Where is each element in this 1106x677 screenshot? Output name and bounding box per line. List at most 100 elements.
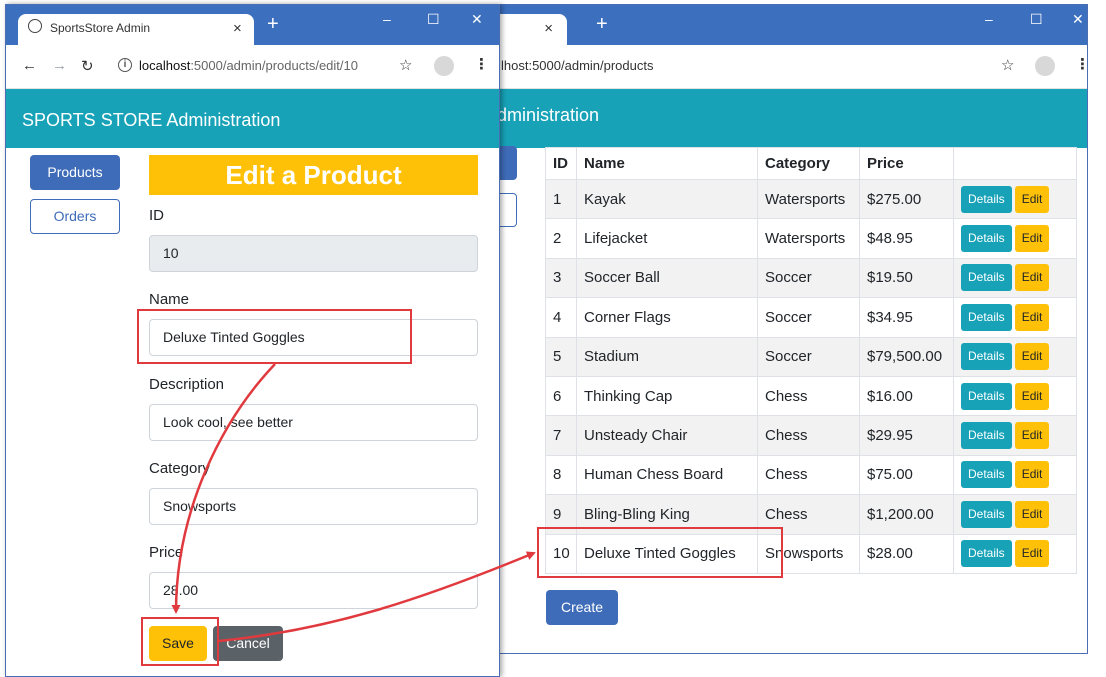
back-app-title: dministration: [497, 105, 600, 125]
cell-name: Unsteady Chair: [576, 415, 758, 456]
front-minimize-icon[interactable]: –: [383, 11, 391, 27]
edit-button[interactable]: Edit: [1014, 343, 1050, 371]
cell-price: $48.95: [859, 218, 954, 259]
edit-button[interactable]: Edit: [1014, 500, 1050, 528]
cell-actions: Details Edit: [953, 533, 1077, 574]
details-button[interactable]: Details: [961, 461, 1012, 489]
price-field[interactable]: 28.00: [149, 572, 478, 609]
name-field[interactable]: Deluxe Tinted Goggles: [149, 319, 478, 356]
info-icon[interactable]: i: [118, 58, 132, 72]
star-icon[interactable]: ☆: [399, 56, 412, 74]
cell-id: 4: [545, 297, 577, 338]
details-button[interactable]: Details: [961, 343, 1012, 371]
back-address-bar[interactable]: lhost:5000/admin/products: [501, 58, 653, 73]
forward-icon[interactable]: →: [52, 57, 67, 74]
back-orders-nav-button[interactable]: [497, 193, 517, 227]
reload-icon[interactable]: ↻: [81, 57, 94, 75]
profile-icon[interactable]: [1035, 56, 1055, 76]
edit-button[interactable]: Edit: [1014, 382, 1050, 410]
profile-icon[interactable]: [434, 56, 454, 76]
cell-id: 7: [545, 415, 577, 456]
cell-price: $34.95: [859, 297, 954, 338]
category-field[interactable]: Snowsports: [149, 488, 478, 525]
front-tab-close-icon[interactable]: ×: [233, 20, 242, 37]
url-path: :5000/admin/products/edit/10: [190, 58, 358, 73]
cell-id: 6: [545, 375, 577, 417]
cell-price: $19.50: [859, 257, 954, 299]
details-button[interactable]: Details: [961, 264, 1012, 292]
back-minimize-icon[interactable]: –: [985, 11, 993, 27]
front-browser-tab[interactable]: SportsStore Admin ×: [18, 14, 254, 45]
edit-button[interactable]: Edit: [1014, 540, 1050, 568]
edit-button[interactable]: Edit: [1014, 225, 1050, 253]
description-label: Description: [149, 376, 225, 393]
id-label: ID: [149, 207, 164, 224]
cell-actions: Details Edit: [953, 336, 1077, 377]
details-button[interactable]: Details: [961, 225, 1012, 253]
cell-category: Chess: [757, 375, 860, 417]
cancel-button[interactable]: Cancel: [213, 626, 283, 661]
cell-category: Chess: [757, 454, 860, 496]
cell-price: $16.00: [859, 375, 954, 417]
cell-category: Chess: [757, 494, 860, 535]
details-button[interactable]: Details: [961, 500, 1012, 528]
edit-button[interactable]: Edit: [1014, 461, 1050, 489]
details-button[interactable]: Details: [961, 382, 1012, 410]
cell-category: Soccer: [757, 257, 860, 299]
cell-id: 5: [545, 336, 577, 377]
cell-actions: Details Edit: [953, 494, 1077, 535]
cell-actions: Details Edit: [953, 218, 1077, 259]
edit-button[interactable]: Edit: [1014, 303, 1050, 331]
back-icon[interactable]: ←: [22, 57, 37, 74]
details-button[interactable]: Details: [961, 540, 1012, 568]
cell-actions: Details Edit: [953, 415, 1077, 456]
table-row: 5 Stadium Soccer $79,500.00 Details Edit: [545, 336, 1077, 377]
cell-id: 2: [545, 218, 577, 259]
front-app-header: SPORTS STORE Administration: [6, 89, 499, 148]
back-tab-close-icon[interactable]: ×: [544, 20, 553, 37]
id-field: 10: [149, 235, 478, 272]
description-field[interactable]: Look cool, see better: [149, 404, 478, 441]
details-button[interactable]: Details: [961, 185, 1012, 213]
cell-id: 3: [545, 257, 577, 299]
menu-icon[interactable]: ⋮: [1075, 55, 1087, 73]
back-maximize-icon[interactable]: ☐: [1030, 11, 1043, 28]
products-nav-button[interactable]: Products: [30, 155, 120, 190]
table-row: 1 Kayak Watersports $275.00 Details Edit: [545, 178, 1077, 220]
cell-price: $75.00: [859, 454, 954, 496]
table-row: 2 Lifejacket Watersports $48.95 Details Edit: [545, 218, 1077, 259]
table-header-row: ID Name Category Price: [545, 147, 1077, 180]
menu-icon[interactable]: ⋮: [474, 55, 489, 73]
edit-product-window: SportsStore Admin × + – ☐ ✕ ← → ↻ i loca…: [5, 4, 500, 677]
orders-nav-button[interactable]: Orders: [30, 199, 120, 234]
category-label: Category: [149, 460, 210, 477]
cell-id: 10: [545, 533, 577, 574]
front-new-tab-icon[interactable]: +: [267, 13, 279, 36]
edit-button[interactable]: Edit: [1014, 185, 1050, 213]
details-button[interactable]: Details: [961, 303, 1012, 331]
cell-category: Watersports: [757, 218, 860, 259]
details-button[interactable]: Details: [961, 422, 1012, 450]
edit-button[interactable]: Edit: [1014, 264, 1050, 292]
front-close-icon[interactable]: ✕: [471, 11, 483, 28]
edit-button[interactable]: Edit: [1014, 422, 1050, 450]
tab-title: SportsStore Admin: [50, 21, 151, 35]
back-products-nav-button[interactable]: [497, 146, 517, 180]
cell-actions: Details Edit: [953, 375, 1077, 417]
save-button[interactable]: Save: [149, 626, 207, 661]
url-host: localhost: [139, 58, 191, 73]
star-icon[interactable]: ☆: [1001, 56, 1014, 74]
front-address-bar[interactable]: localhost:5000/admin/products/edit/10: [139, 58, 358, 73]
col-actions-header: [953, 147, 1077, 180]
cell-name: Stadium: [576, 336, 758, 377]
back-new-tab-icon[interactable]: +: [596, 13, 608, 36]
front-maximize-icon[interactable]: ☐: [427, 11, 440, 28]
create-button[interactable]: Create: [546, 590, 618, 625]
col-category-header: Category: [757, 147, 860, 180]
price-label: Price: [149, 544, 184, 561]
cell-category: Soccer: [757, 336, 860, 377]
table-row: 3 Soccer Ball Soccer $19.50 Details Edit: [545, 257, 1077, 299]
table-row: 4 Corner Flags Soccer $34.95 Details Edit: [545, 297, 1077, 338]
back-close-icon[interactable]: ✕: [1072, 11, 1084, 28]
cell-price: $29.95: [859, 415, 954, 456]
